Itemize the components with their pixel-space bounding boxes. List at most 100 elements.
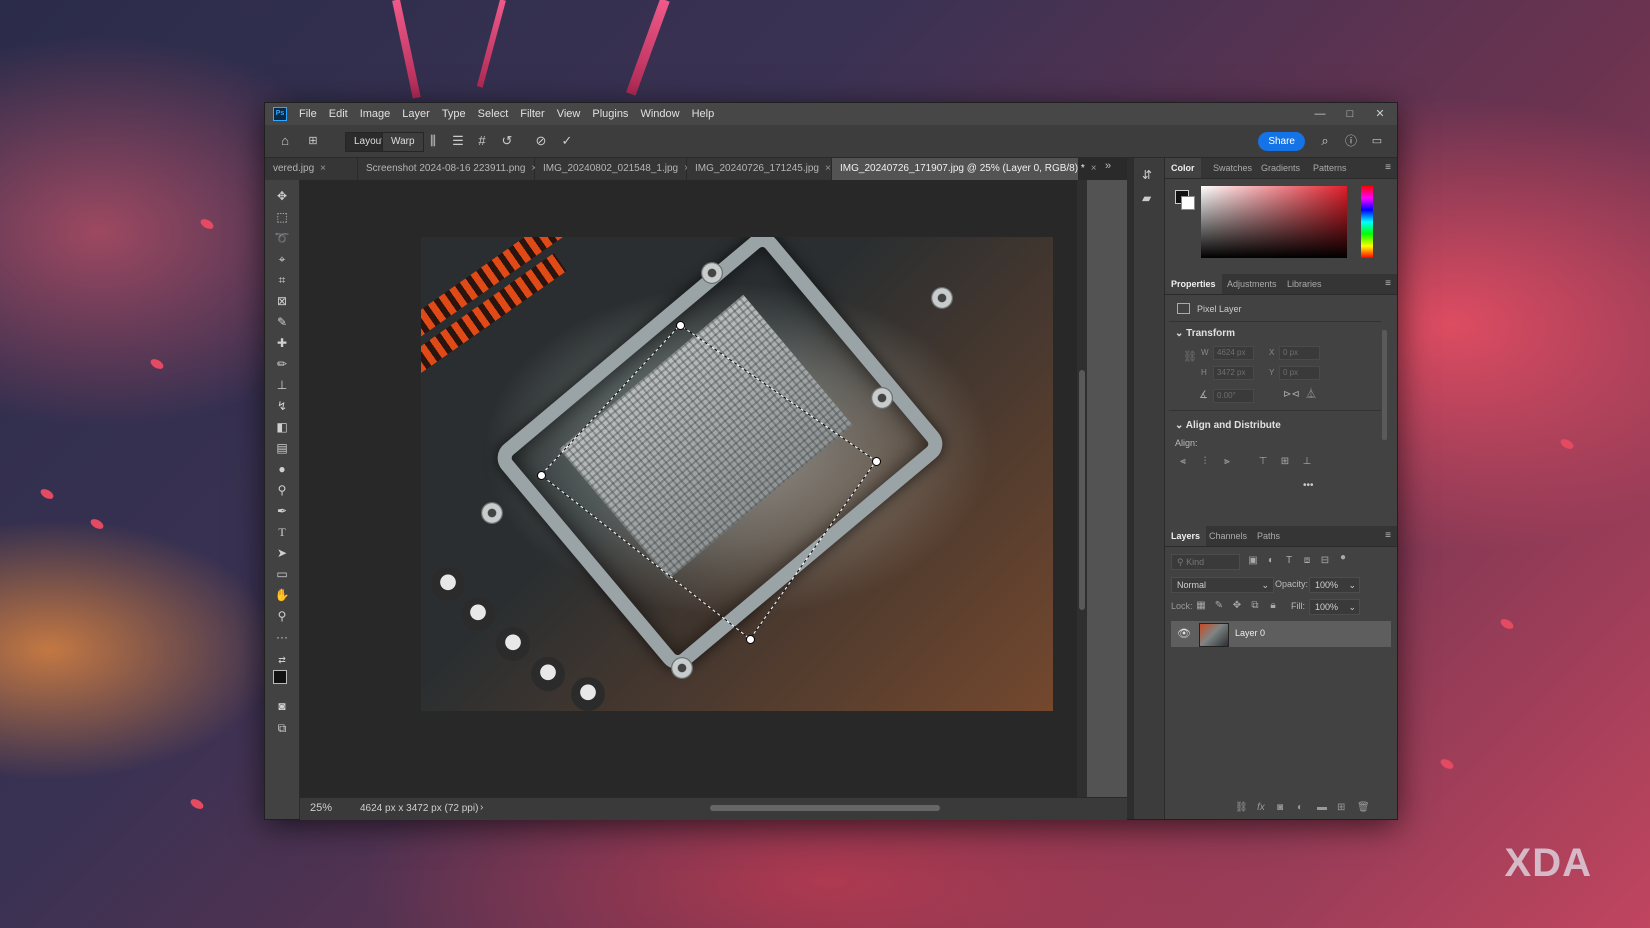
split-vertical-icon[interactable]: ⫼ xyxy=(425,131,441,151)
tab-document[interactable]: vered.jpg × xyxy=(265,158,358,180)
angle-field[interactable]: 0.00° xyxy=(1213,389,1254,403)
tab-layers[interactable]: Layers xyxy=(1165,526,1207,546)
type-tool-icon[interactable]: T xyxy=(273,524,291,540)
brush-tool-icon[interactable]: ✏ xyxy=(273,356,291,372)
align-distribute-heading[interactable]: ⌄ Align and Distribute xyxy=(1175,420,1281,431)
close-tab-icon[interactable]: × xyxy=(825,163,831,174)
filter-type-icon[interactable]: T xyxy=(1283,555,1295,567)
hand-tool-icon[interactable]: ✋ xyxy=(273,587,291,603)
frame-tool-icon[interactable]: ⊠ xyxy=(273,293,291,309)
warp-handle[interactable] xyxy=(676,321,685,330)
new-layer-icon[interactable]: ⊞ xyxy=(1337,802,1345,813)
grid-icon[interactable]: # xyxy=(474,131,490,151)
close-tab-icon[interactable]: × xyxy=(320,163,326,174)
eraser-tool-icon[interactable]: ◧ xyxy=(273,419,291,435)
rectangle-tool-icon[interactable]: ▭ xyxy=(273,566,291,582)
panel-menu-icon[interactable]: ≡ xyxy=(1385,162,1391,173)
warp-handle[interactable] xyxy=(537,471,546,480)
menu-plugins[interactable]: Plugins xyxy=(586,108,634,120)
flip-horizontal-icon[interactable]: ⊳⊲ xyxy=(1283,389,1300,401)
more-options-icon[interactable]: ••• xyxy=(1303,480,1314,491)
align-top-edges-icon[interactable]: ⊤ xyxy=(1257,456,1269,468)
more-tools-icon[interactable]: ··· xyxy=(273,629,291,645)
warp-mode-icon[interactable]: ⊞ xyxy=(303,131,323,151)
panel-menu-icon[interactable]: ≡ xyxy=(1385,530,1391,541)
eyedropper-tool-icon[interactable]: ✎ xyxy=(273,314,291,330)
lock-image-icon[interactable]: ✎ xyxy=(1213,600,1225,612)
dodge-tool-icon[interactable]: ⚲ xyxy=(273,482,291,498)
horizontal-scroll-thumb[interactable] xyxy=(710,805,940,811)
help-icon[interactable]: ⓘ xyxy=(1343,131,1359,151)
align-left-edges-icon[interactable]: ⫷ xyxy=(1177,456,1189,468)
panel-collapse-strip[interactable] xyxy=(1127,158,1134,819)
layer-effects-icon[interactable]: fx xyxy=(1257,802,1265,813)
menu-type[interactable]: Type xyxy=(436,108,472,120)
fill-field[interactable]: 100% ⌄ xyxy=(1309,599,1360,615)
tab-document-active[interactable]: IMG_20240726_171907.jpg @ 25% (Layer 0, … xyxy=(832,158,1097,180)
menu-edit[interactable]: Edit xyxy=(323,108,354,120)
tab-patterns[interactable]: Patterns xyxy=(1307,158,1353,178)
menu-filter[interactable]: Filter xyxy=(514,108,550,120)
x-field[interactable]: 0 px xyxy=(1279,346,1320,360)
minimize-button[interactable]: — xyxy=(1305,103,1335,125)
align-horizontal-centers-icon[interactable]: ⫶ xyxy=(1199,456,1211,468)
visibility-eye-icon[interactable]: 👁︎ xyxy=(1177,627,1191,640)
crop-tool-icon[interactable]: ⌗ xyxy=(273,272,291,288)
clone-stamp-tool-icon[interactable]: ⊥ xyxy=(273,377,291,393)
vertical-scrollbar[interactable] xyxy=(1077,180,1087,797)
warp-button[interactable]: Warp xyxy=(382,132,424,152)
menu-window[interactable]: Window xyxy=(634,108,685,120)
history-brush-tool-icon[interactable]: ↯ xyxy=(273,398,291,414)
gradient-tool-icon[interactable]: ▤ xyxy=(273,440,291,456)
tab-gradients[interactable]: Gradients xyxy=(1255,158,1306,178)
reset-icon[interactable]: ↺ xyxy=(499,131,515,151)
blur-tool-icon[interactable]: ● xyxy=(273,461,291,477)
blend-mode-dropdown[interactable]: Normal ⌄ xyxy=(1171,577,1274,593)
object-selection-tool-icon[interactable]: ⌖ xyxy=(273,251,291,267)
filter-pixel-icon[interactable]: ▣ xyxy=(1247,555,1259,567)
commit-icon[interactable]: ✓ xyxy=(559,131,575,151)
opacity-field[interactable]: 100% ⌄ xyxy=(1309,577,1360,593)
tab-document[interactable]: Screenshot 2024-08-16 223911.png× xyxy=(358,158,537,180)
workspace-icon[interactable]: ▭ xyxy=(1369,131,1385,151)
warp-handle[interactable] xyxy=(872,457,881,466)
filter-adjustment-icon[interactable]: ◐ xyxy=(1265,555,1277,567)
lock-transparent-icon[interactable]: ▦ xyxy=(1195,600,1207,612)
transform-heading[interactable]: ⌄ Transform xyxy=(1175,328,1235,339)
scroll-thumb[interactable] xyxy=(1079,370,1085,610)
tab-properties[interactable]: Properties xyxy=(1165,274,1222,294)
maximize-button[interactable]: □ xyxy=(1335,103,1365,125)
close-button[interactable]: ✕ xyxy=(1365,103,1395,125)
healing-brush-tool-icon[interactable]: ✚ xyxy=(273,335,291,351)
color-picker-field[interactable] xyxy=(1201,186,1347,258)
layer-filter-kind[interactable]: ⚲ Kind xyxy=(1171,554,1240,570)
layer-name[interactable]: Layer 0 xyxy=(1235,628,1265,638)
zoom-level[interactable]: 25% xyxy=(310,802,332,814)
add-mask-icon[interactable]: ◙ xyxy=(1277,802,1283,813)
link-dimensions-icon[interactable]: ⛓ xyxy=(1183,350,1197,363)
height-field[interactable]: 3472 px xyxy=(1213,366,1254,380)
menu-layer[interactable]: Layer xyxy=(396,108,436,120)
tab-paths[interactable]: Paths xyxy=(1251,526,1286,546)
zoom-tool-icon[interactable]: ⚲ xyxy=(273,608,291,624)
tab-overflow-icon[interactable]: » xyxy=(1105,160,1111,172)
tab-channels[interactable]: Channels xyxy=(1203,526,1253,546)
tab-document[interactable]: IMG_20240726_171245.jpg × xyxy=(687,158,832,180)
y-field[interactable]: 0 px xyxy=(1279,366,1320,380)
link-layers-icon[interactable]: ⛓ xyxy=(1235,802,1248,813)
align-right-edges-icon[interactable]: ⫸ xyxy=(1221,456,1233,468)
search-icon[interactable]: ⌕ xyxy=(1317,131,1333,151)
menu-help[interactable]: Help xyxy=(686,108,721,120)
layer-row[interactable]: 👁︎ Layer 0 xyxy=(1171,621,1391,647)
marquee-tool-icon[interactable]: ⬚ xyxy=(273,209,291,225)
quick-mask-icon[interactable]: ◙ xyxy=(273,698,291,714)
path-selection-tool-icon[interactable]: ➤ xyxy=(273,545,291,561)
hue-slider[interactable] xyxy=(1361,186,1373,258)
align-vertical-centers-icon[interactable]: ⊞ xyxy=(1279,456,1291,468)
canvas-area[interactable] xyxy=(300,180,1077,797)
menu-view[interactable]: View xyxy=(551,108,587,120)
filter-shape-icon[interactable]: ⧈ xyxy=(1301,555,1313,567)
align-bottom-edges-icon[interactable]: ⊥ xyxy=(1301,456,1313,468)
pen-tool-icon[interactable]: ✒ xyxy=(273,503,291,519)
panel-menu-icon[interactable]: ≡ xyxy=(1385,278,1391,289)
